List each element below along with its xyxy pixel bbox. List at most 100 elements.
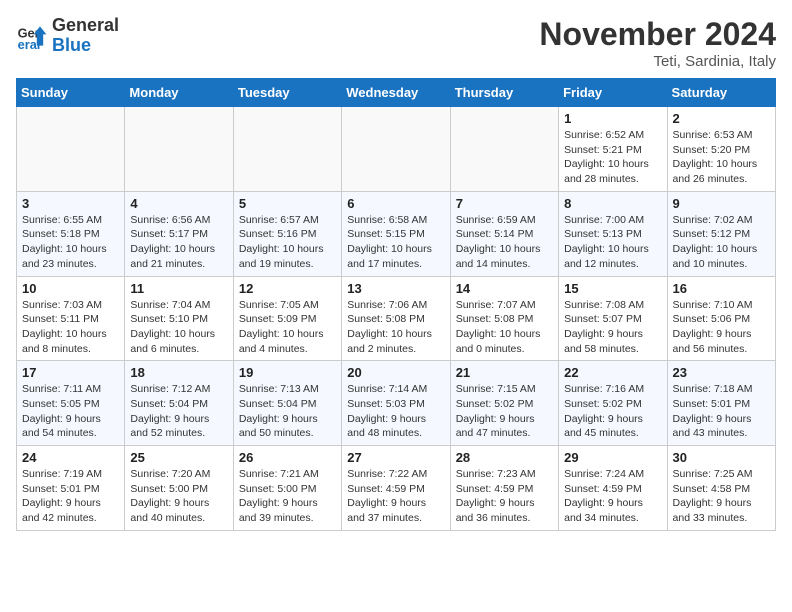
day-info: Sunrise: 6:57 AMSunset: 5:16 PMDaylight:… [239, 213, 336, 272]
location-subtitle: Teti, Sardinia, Italy [539, 53, 776, 70]
calendar-cell [125, 107, 233, 192]
calendar-cell: 8 Sunrise: 7:00 AMSunset: 5:13 PMDaylight… [559, 191, 667, 276]
weekday-header-tuesday: Tuesday [233, 79, 341, 107]
day-number: 15 [564, 281, 661, 296]
calendar-cell: 14 Sunrise: 7:07 AMSunset: 5:08 PMDayligh… [450, 276, 558, 361]
calendar-cell: 13 Sunrise: 7:06 AMSunset: 5:08 PMDayligh… [342, 276, 450, 361]
weekday-header-sunday: Sunday [17, 79, 125, 107]
day-number: 13 [347, 281, 444, 296]
calendar-week-row: 3Sunrise: 6:55 AMSunset: 5:18 PMDaylight… [17, 191, 776, 276]
calendar-cell: 19 Sunrise: 7:13 AMSunset: 5:04 PMDayligh… [233, 361, 341, 446]
day-info: Sunrise: 6:55 AMSunset: 5:18 PMDaylight:… [22, 213, 119, 272]
calendar-cell [342, 107, 450, 192]
calendar-week-row: 24 Sunrise: 7:19 AMSunset: 5:01 PMDayligh… [17, 446, 776, 531]
day-number: 22 [564, 365, 661, 380]
calendar-cell: 5 Sunrise: 6:57 AMSunset: 5:16 PMDaylight… [233, 191, 341, 276]
calendar-week-row: 17 Sunrise: 7:11 AMSunset: 5:05 PMDayligh… [17, 361, 776, 446]
calendar-table: SundayMondayTuesdayWednesdayThursdayFrid… [16, 78, 776, 531]
day-number: 11 [130, 281, 227, 296]
calendar-cell [17, 107, 125, 192]
day-number: 1 [564, 111, 661, 126]
title-block: November 2024 Teti, Sardinia, Italy [539, 16, 776, 70]
day-info: Sunrise: 7:20 AMSunset: 5:00 PMDaylight:… [130, 467, 227, 526]
day-number: 25 [130, 450, 227, 465]
day-info: Sunrise: 7:11 AMSunset: 5:05 PMDaylight:… [22, 382, 119, 441]
calendar-week-row: 1 Sunrise: 6:52 AMSunset: 5:21 PMDaylight… [17, 107, 776, 192]
calendar-cell: 3Sunrise: 6:55 AMSunset: 5:18 PMDaylight… [17, 191, 125, 276]
calendar-cell: 2 Sunrise: 6:53 AMSunset: 5:20 PMDaylight… [667, 107, 775, 192]
day-number: 19 [239, 365, 336, 380]
calendar-cell: 22 Sunrise: 7:16 AMSunset: 5:02 PMDayligh… [559, 361, 667, 446]
day-number: 20 [347, 365, 444, 380]
calendar-week-row: 10Sunrise: 7:03 AMSunset: 5:11 PMDayligh… [17, 276, 776, 361]
calendar-cell: 20 Sunrise: 7:14 AMSunset: 5:03 PMDayligh… [342, 361, 450, 446]
day-number: 6 [347, 196, 444, 211]
day-info: Sunrise: 6:53 AMSunset: 5:20 PMDaylight:… [673, 128, 770, 187]
month-title: November 2024 [539, 16, 776, 53]
day-number: 8 [564, 196, 661, 211]
day-info: Sunrise: 7:15 AMSunset: 5:02 PMDaylight:… [456, 382, 553, 441]
weekday-header-friday: Friday [559, 79, 667, 107]
calendar-cell: 26Sunrise: 7:21 AMSunset: 5:00 PMDayligh… [233, 446, 341, 531]
calendar-cell: 15 Sunrise: 7:08 AMSunset: 5:07 PMDayligh… [559, 276, 667, 361]
day-info: Sunrise: 6:52 AMSunset: 5:21 PMDaylight:… [564, 128, 661, 187]
day-number: 9 [673, 196, 770, 211]
calendar-cell: 17 Sunrise: 7:11 AMSunset: 5:05 PMDayligh… [17, 361, 125, 446]
day-info: Sunrise: 7:13 AMSunset: 5:04 PMDaylight:… [239, 382, 336, 441]
day-number: 30 [673, 450, 770, 465]
weekday-header-saturday: Saturday [667, 79, 775, 107]
day-info: Sunrise: 7:00 AMSunset: 5:13 PMDaylight:… [564, 213, 661, 272]
day-number: 18 [130, 365, 227, 380]
weekday-header-thursday: Thursday [450, 79, 558, 107]
logo: Gen eral General Blue [16, 16, 119, 56]
day-number: 24 [22, 450, 119, 465]
day-info: Sunrise: 7:07 AMSunset: 5:08 PMDaylight:… [456, 298, 553, 357]
day-info: Sunrise: 7:23 AMSunset: 4:59 PMDaylight:… [456, 467, 553, 526]
calendar-cell: 6Sunrise: 6:58 AMSunset: 5:15 PMDaylight… [342, 191, 450, 276]
calendar-cell: 11 Sunrise: 7:04 AMSunset: 5:10 PMDayligh… [125, 276, 233, 361]
logo-text: General Blue [52, 16, 119, 56]
day-info: Sunrise: 6:59 AMSunset: 5:14 PMDaylight:… [456, 213, 553, 272]
day-info: Sunrise: 7:08 AMSunset: 5:07 PMDaylight:… [564, 298, 661, 357]
calendar-cell: 18Sunrise: 7:12 AMSunset: 5:04 PMDayligh… [125, 361, 233, 446]
page-header: Gen eral General Blue November 2024 Teti… [16, 16, 776, 70]
day-info: Sunrise: 7:19 AMSunset: 5:01 PMDaylight:… [22, 467, 119, 526]
day-number: 5 [239, 196, 336, 211]
calendar-cell: 9 Sunrise: 7:02 AMSunset: 5:12 PMDaylight… [667, 191, 775, 276]
calendar-cell: 25 Sunrise: 7:20 AMSunset: 5:00 PMDayligh… [125, 446, 233, 531]
day-number: 16 [673, 281, 770, 296]
day-info: Sunrise: 7:22 AMSunset: 4:59 PMDaylight:… [347, 467, 444, 526]
calendar-cell: 1 Sunrise: 6:52 AMSunset: 5:21 PMDaylight… [559, 107, 667, 192]
day-info: Sunrise: 6:56 AMSunset: 5:17 PMDaylight:… [130, 213, 227, 272]
calendar-cell [450, 107, 558, 192]
day-number: 14 [456, 281, 553, 296]
day-info: Sunrise: 7:06 AMSunset: 5:08 PMDaylight:… [347, 298, 444, 357]
day-info: Sunrise: 7:02 AMSunset: 5:12 PMDaylight:… [673, 213, 770, 272]
day-number: 26 [239, 450, 336, 465]
day-number: 27 [347, 450, 444, 465]
day-number: 21 [456, 365, 553, 380]
day-info: Sunrise: 7:05 AMSunset: 5:09 PMDaylight:… [239, 298, 336, 357]
calendar-cell: 7Sunrise: 6:59 AMSunset: 5:14 PMDaylight… [450, 191, 558, 276]
day-number: 28 [456, 450, 553, 465]
day-number: 12 [239, 281, 336, 296]
day-number: 2 [673, 111, 770, 126]
calendar-cell: 27 Sunrise: 7:22 AMSunset: 4:59 PMDayligh… [342, 446, 450, 531]
day-info: Sunrise: 7:24 AMSunset: 4:59 PMDaylight:… [564, 467, 661, 526]
calendar-cell: 24 Sunrise: 7:19 AMSunset: 5:01 PMDayligh… [17, 446, 125, 531]
day-number: 29 [564, 450, 661, 465]
day-number: 23 [673, 365, 770, 380]
day-info: Sunrise: 7:16 AMSunset: 5:02 PMDaylight:… [564, 382, 661, 441]
day-info: Sunrise: 7:14 AMSunset: 5:03 PMDaylight:… [347, 382, 444, 441]
calendar-cell: 23Sunrise: 7:18 AMSunset: 5:01 PMDayligh… [667, 361, 775, 446]
day-info: Sunrise: 7:04 AMSunset: 5:10 PMDaylight:… [130, 298, 227, 357]
day-number: 10 [22, 281, 119, 296]
calendar-cell [233, 107, 341, 192]
day-number: 17 [22, 365, 119, 380]
day-info: Sunrise: 7:10 AMSunset: 5:06 PMDaylight:… [673, 298, 770, 357]
calendar-cell: 28 Sunrise: 7:23 AMSunset: 4:59 PMDayligh… [450, 446, 558, 531]
logo-icon: Gen eral [16, 20, 48, 52]
calendar-cell: 16 Sunrise: 7:10 AMSunset: 5:06 PMDayligh… [667, 276, 775, 361]
calendar-header-row: SundayMondayTuesdayWednesdayThursdayFrid… [17, 79, 776, 107]
calendar-cell: 4Sunrise: 6:56 AMSunset: 5:17 PMDaylight… [125, 191, 233, 276]
